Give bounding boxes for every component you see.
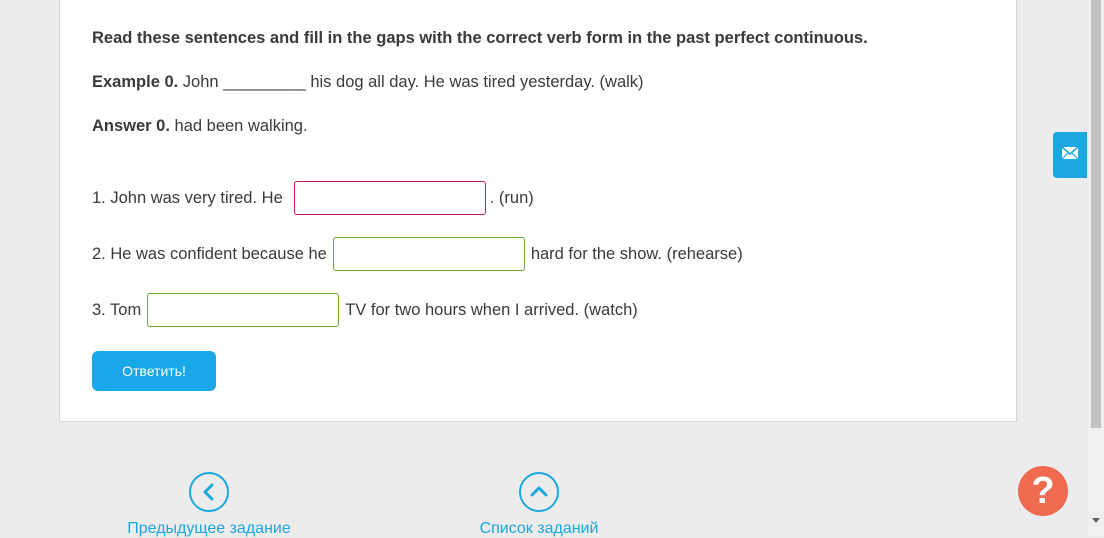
task-instruction: Read these sentences and fill in the gap…	[92, 29, 868, 47]
question-3-input[interactable]	[147, 293, 340, 327]
example-line: Example 0. John _________ his dog all da…	[92, 73, 644, 92]
scroll-down-arrow[interactable]	[1092, 518, 1100, 523]
previous-task-label: Предыдущее задание	[127, 520, 291, 537]
task-list-label: Список заданий	[479, 520, 599, 537]
chevron-left-icon	[189, 472, 229, 512]
question-1-after: . (run)	[489, 188, 534, 207]
question-1-input[interactable]	[293, 181, 486, 215]
question-3-before: 3. Tom	[92, 300, 142, 319]
scrollbar-thumb[interactable]	[1091, 0, 1101, 428]
mail-icon	[1061, 145, 1079, 165]
question-2: 2. He was confident because he hard for …	[92, 237, 743, 271]
question-3: 3. Tom TV for two hours when I arrived. …	[92, 293, 638, 327]
exercise-card: Read these sentences and fill in the gap…	[59, 0, 1017, 422]
help-button[interactable]: ?	[1018, 466, 1068, 516]
previous-task-link[interactable]: Предыдущее задание	[124, 472, 294, 538]
answer-text: had been walking.	[169, 117, 308, 135]
chevron-up-icon	[519, 472, 559, 512]
question-1: 1. John was very tired. He . (run)	[92, 181, 534, 215]
submit-button[interactable]: Ответить!	[92, 351, 216, 391]
mail-button[interactable]	[1053, 132, 1087, 178]
answer-label: Answer 0.	[92, 117, 170, 135]
question-1-before: 1. John was very tired. He	[92, 188, 283, 207]
example-label: Example 0.	[92, 73, 179, 91]
answer-line: Answer 0. had been walking.	[92, 117, 308, 136]
task-list-link[interactable]: Список заданий	[476, 472, 602, 538]
example-text: John _________ his dog all day. He was t…	[178, 73, 644, 91]
question-2-after: hard for the show. (rehearse)	[530, 244, 743, 263]
question-2-input[interactable]	[332, 237, 525, 271]
question-2-before: 2. He was confident because he	[92, 244, 327, 263]
question-3-after: TV for two hours when I arrived. (watch)	[345, 300, 638, 319]
